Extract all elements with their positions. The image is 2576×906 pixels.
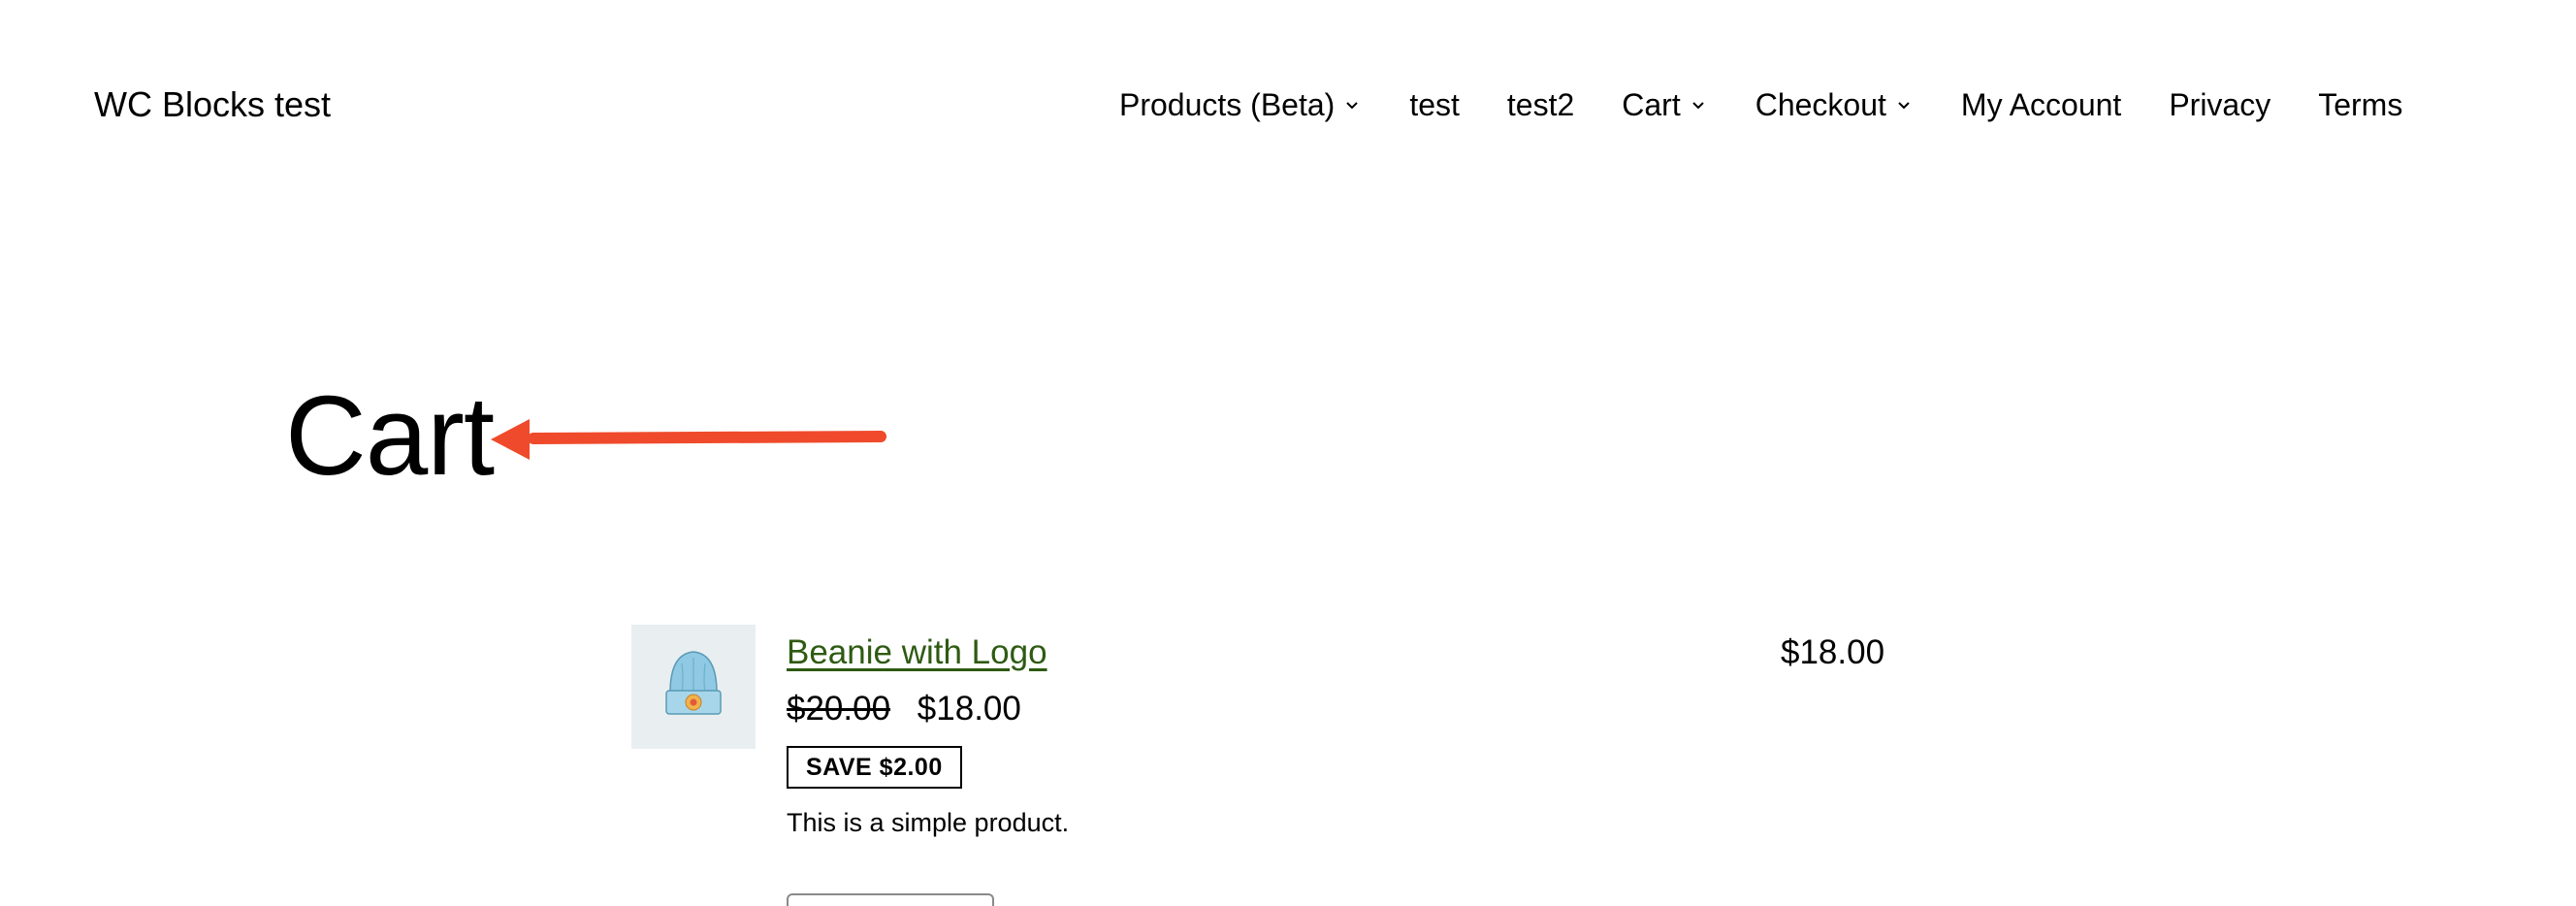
nav-item-checkout[interactable]: Checkout — [1755, 81, 1914, 128]
product-thumbnail[interactable] — [631, 625, 756, 749]
product-name-link[interactable]: Beanie with Logo — [787, 631, 1047, 675]
page: WC Blocks test Products (Beta) test test… — [0, 0, 2576, 906]
nav-item-products-beta[interactable]: Products (Beta) — [1119, 81, 1362, 128]
page-title: Cart — [285, 372, 495, 499]
nav-item-label: test — [1409, 87, 1460, 122]
product-description: This is a simple product. — [787, 808, 1070, 837]
nav-item-label: Checkout — [1755, 87, 1886, 122]
nav-item-test2[interactable]: test2 — [1507, 81, 1574, 128]
nav-item-test[interactable]: test — [1409, 81, 1460, 128]
site-title[interactable]: WC Blocks test — [94, 81, 331, 128]
quantity-selector[interactable] — [787, 893, 994, 906]
sale-price: $18.00 — [917, 690, 1021, 728]
nav-item-label: test2 — [1506, 87, 1575, 122]
chevron-down-icon — [1894, 95, 1914, 114]
chevron-down-icon — [1689, 95, 1708, 114]
nav-item-label: Products (Beta) — [1119, 87, 1336, 122]
nav-item-label: Privacy — [2169, 87, 2271, 122]
nav-item-my-account[interactable]: My Account — [1961, 81, 2121, 128]
save-badge: SAVE $2.00 — [787, 746, 962, 789]
annotation-arrow-icon — [491, 419, 886, 460]
nav-item-privacy[interactable]: Privacy — [2169, 81, 2270, 128]
beanie-icon — [665, 651, 722, 715]
main-navigation: Products (Beta) test test2 Cart Checkout… — [1119, 81, 2402, 128]
nav-item-terms[interactable]: Terms — [2318, 81, 2402, 128]
line-total: $18.00 — [1781, 633, 1885, 671]
chevron-down-icon — [1342, 95, 1362, 114]
nav-item-label: Terms — [2318, 87, 2403, 122]
nav-item-label: My Account — [1960, 87, 2122, 122]
product-prices: $20.00 $18.00 — [787, 687, 1021, 731]
nav-item-label: Cart — [1622, 87, 1681, 122]
nav-item-cart[interactable]: Cart — [1622, 81, 1707, 128]
regular-price: $20.00 — [787, 690, 891, 728]
